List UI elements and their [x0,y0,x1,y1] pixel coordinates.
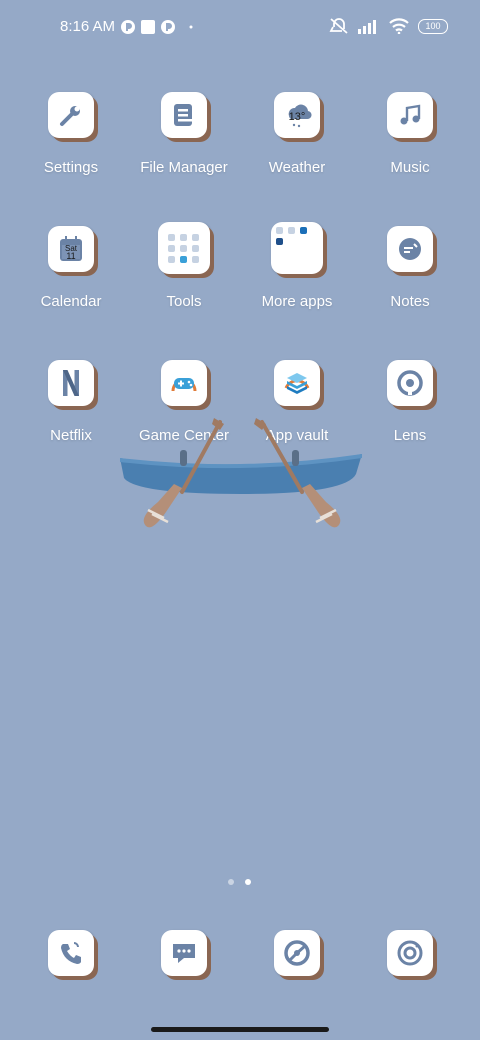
dot-icon [189,25,193,28]
netflix-icon[interactable] [48,360,94,406]
app-label: Calendar [40,293,102,310]
app-settings[interactable]: Settings [21,92,121,176]
mute-icon [329,18,348,34]
mini-app-icon [276,227,283,234]
notes-icon[interactable] [387,226,433,272]
app-label: Lens [393,427,427,444]
dock-browser[interactable] [247,930,347,976]
dock-phone[interactable] [21,930,121,976]
square-notification-icon [141,19,156,34]
app-weather[interactable]: 13° Weather [247,92,347,176]
app-label: Tools [166,293,202,310]
settings-icon[interactable] [48,92,94,138]
mini-app-icon [168,255,175,263]
browser-icon[interactable] [274,930,320,976]
gamepad-icon[interactable] [161,360,207,406]
signal-icon [358,20,376,34]
file-manager-icon[interactable] [161,92,207,138]
app-label: File Manager [140,159,228,176]
folder-icon[interactable] [158,222,210,274]
canoe-wallpaper-illustration [120,418,362,528]
page-indicator [228,879,251,885]
page-dot-active[interactable] [245,879,251,885]
mini-app-icon [168,244,175,252]
page-dot[interactable] [228,879,234,885]
app-label: Netflix [50,427,92,444]
messages-icon[interactable] [161,930,207,976]
mini-app-icon [276,238,283,245]
dock-messages[interactable] [134,930,234,976]
app-netflix[interactable]: Netflix [21,360,121,444]
weather-icon[interactable]: 13° [274,92,320,138]
app-label: Notes [390,293,430,310]
mini-app-icon [168,233,175,241]
mini-app-icon [180,233,187,241]
app-vault-icon[interactable] [274,360,320,406]
app-calendar[interactable]: Sat 11 Calendar [21,226,121,310]
pocket-icon [161,19,176,34]
home-indicator[interactable] [151,1027,329,1032]
lens-icon[interactable] [387,360,433,406]
weather-temp: 13° [289,111,306,123]
mini-app-icon [288,227,295,234]
status-bar: 8:16 AM 100 [0,0,480,56]
app-notes[interactable]: Notes [360,226,460,310]
status-left: 8:16 AM [60,18,195,35]
app-file-manager[interactable]: File Manager [134,92,234,176]
folder-icon[interactable] [271,222,323,274]
calendar-date: 11 [66,251,75,261]
battery-icon: 100 [418,18,448,34]
folder-more-apps[interactable]: More apps [247,222,347,310]
music-icon[interactable] [387,92,433,138]
mini-app-icon [192,233,199,241]
mini-app-icon [180,244,187,252]
phone-icon[interactable] [48,930,94,976]
mini-app-icon [192,255,199,263]
camera-icon[interactable] [387,930,433,976]
app-lens[interactable]: Lens [360,360,460,444]
wifi-icon [389,18,409,34]
battery-level: 100 [425,20,441,31]
folder-tools[interactable]: Tools [134,222,234,310]
pocket-icon [121,19,136,34]
app-label: Music [390,159,430,176]
mini-app-icon [192,244,199,252]
folder-preview [166,232,202,265]
dock-camera[interactable] [360,930,460,976]
app-label: Weather [268,159,326,176]
status-right: 100 [329,17,448,35]
calendar-icon[interactable]: Sat 11 [48,226,94,272]
mini-app-icon [180,255,187,263]
app-label: More apps [261,293,333,310]
app-label: Settings [43,159,99,176]
mini-app-icon [300,227,307,234]
folder-preview [271,222,313,250]
app-music[interactable]: Music [360,92,460,176]
clock: 8:16 AM [60,18,116,35]
